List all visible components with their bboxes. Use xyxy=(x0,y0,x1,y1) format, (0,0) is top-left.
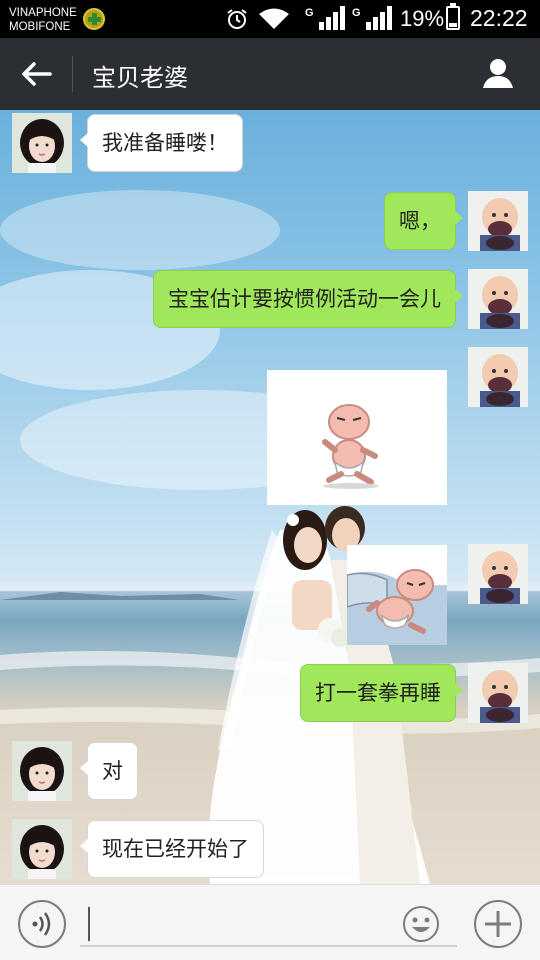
message-text: 打一套拳再睡 xyxy=(315,681,441,705)
message-bubble-received[interactable]: 现在已经开始了 xyxy=(80,820,264,878)
message-bubble-sent[interactable]: 打一套拳再睡 xyxy=(300,664,463,722)
network-type-1: G xyxy=(305,7,314,19)
emoji-button[interactable] xyxy=(402,905,440,943)
user-avatar[interactable] xyxy=(468,269,528,329)
carrier-labels: VINAPHONE MOBIFONE xyxy=(9,6,77,34)
baby-avatar-image xyxy=(468,544,528,604)
message-text: 我准备睡喽！ xyxy=(102,131,228,155)
baby-avatar-image xyxy=(468,663,528,723)
signal-icon-1: G xyxy=(305,6,345,30)
message-bubble-sent[interactable]: 宝宝估计要按惯例活动一会儿 xyxy=(153,270,463,328)
user-avatar[interactable] xyxy=(468,544,528,604)
chat-header: 宝贝老婆 xyxy=(0,38,540,110)
text-cursor xyxy=(88,907,90,941)
baby-avatar-image xyxy=(468,269,528,329)
person-icon xyxy=(483,59,513,88)
message-text: 嗯， xyxy=(399,209,441,233)
baby-sleeping-sticker[interactable] xyxy=(346,545,447,645)
message-bubble-received[interactable]: 对 xyxy=(80,742,138,800)
message-text: 宝宝估计要按惯例活动一会儿 xyxy=(168,287,441,311)
back-button[interactable] xyxy=(14,56,58,92)
woman-avatar-image xyxy=(12,113,72,173)
user-avatar[interactable] xyxy=(468,347,528,407)
carrier-2: MOBIFONE xyxy=(9,21,71,33)
baby-avatar-image xyxy=(468,347,528,407)
woman-avatar-image xyxy=(12,741,72,801)
contact-avatar[interactable] xyxy=(12,113,72,173)
message-text: 对 xyxy=(102,759,123,783)
voice-icon xyxy=(32,912,51,936)
status-bar: VINAPHONE MOBIFONE G G 19% 22:22 xyxy=(0,0,540,38)
back-arrow-icon xyxy=(22,62,52,86)
message-input[interactable] xyxy=(80,901,457,947)
clock: 22:22 xyxy=(470,5,528,31)
baby-sleeping-image xyxy=(346,545,447,645)
contact-avatar[interactable] xyxy=(12,741,72,801)
input-bar xyxy=(0,884,540,960)
emoji-icon xyxy=(403,906,439,942)
carrier-1: VINAPHONE xyxy=(9,7,77,19)
plus-icon xyxy=(485,911,511,937)
battery-percent: 19% xyxy=(400,6,445,31)
woman-avatar-image xyxy=(12,819,72,879)
contact-info-button[interactable] xyxy=(478,54,518,94)
chat-title: 宝贝老婆 xyxy=(92,64,188,92)
user-avatar[interactable] xyxy=(468,191,528,251)
message-text: 现在已经开始了 xyxy=(102,837,249,861)
chat-area[interactable]: 我准备睡喽！ 嗯， 宝宝估计要按惯例活动一会儿 打一套拳再睡 对 现在已经开始了 xyxy=(0,110,540,884)
baby-avatar-image xyxy=(468,191,528,251)
voice-button[interactable] xyxy=(18,900,66,948)
message-bubble-sent[interactable]: 嗯， xyxy=(384,192,463,250)
battery-icon xyxy=(446,3,460,30)
baby-stretching-sticker[interactable] xyxy=(267,370,447,505)
sim-card-icon xyxy=(83,8,105,30)
wifi-icon xyxy=(259,8,289,29)
message-bubble-received[interactable]: 我准备睡喽！ xyxy=(80,114,243,172)
baby-stretching-image xyxy=(267,370,447,505)
header-divider xyxy=(72,56,73,92)
signal-icon-2: G xyxy=(352,6,392,30)
network-type-2: G xyxy=(352,7,361,19)
user-avatar[interactable] xyxy=(468,663,528,723)
contact-avatar[interactable] xyxy=(12,819,72,879)
alarm-icon xyxy=(227,9,247,29)
more-options-button[interactable] xyxy=(474,900,522,948)
